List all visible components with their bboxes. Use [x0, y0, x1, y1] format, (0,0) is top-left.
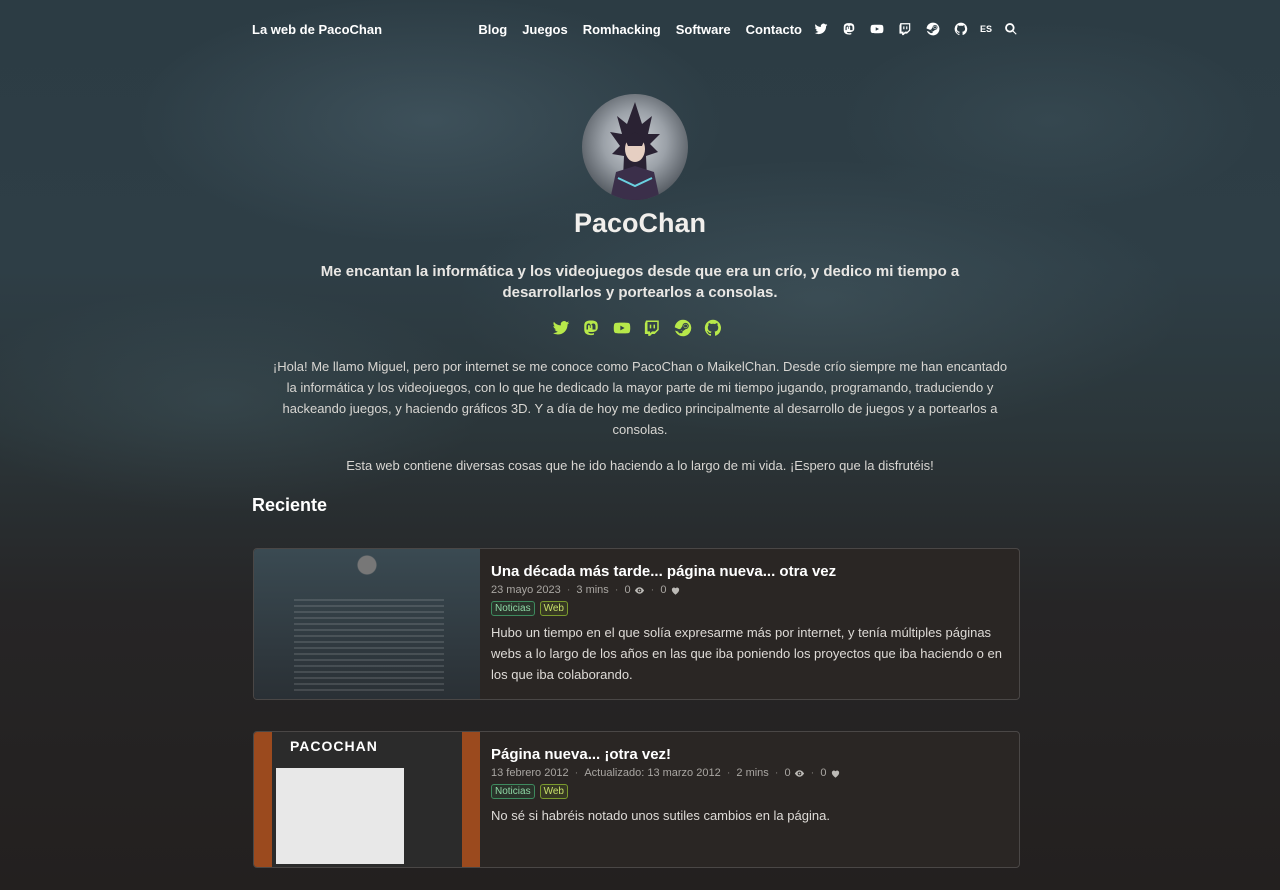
meta-separator: ·	[726, 767, 731, 779]
post-date: 13 febrero 2012	[491, 767, 569, 779]
social-links	[551, 318, 723, 338]
profile-tagline: Me encantan la informática y los videoju…	[320, 263, 960, 301]
post-views: 0	[784, 767, 804, 779]
profile-name: PacoChan	[573, 208, 707, 238]
twitch-icon[interactable]	[896, 20, 914, 38]
tag-web[interactable]: Web	[539, 601, 568, 616]
post-updated: Actualizado: 13 marzo 2012	[584, 767, 721, 779]
twitch-icon[interactable]	[642, 318, 662, 338]
steam-icon[interactable]	[924, 20, 942, 38]
post-card[interactable]: PACOCHAN Página nueva... ¡otra vez! 13 f…	[253, 731, 1020, 868]
meta-separator: ·	[774, 767, 779, 779]
thumbnail-preview	[294, 599, 444, 694]
nav-link-romhacking[interactable]: Romhacking	[583, 22, 661, 37]
meta-separator: ·	[566, 584, 571, 596]
post-card[interactable]: Una década más tarde... página nueva... …	[253, 548, 1020, 700]
site-brand[interactable]: La web de PacoChan	[252, 22, 382, 37]
post-excerpt: Hubo un tiempo en el que solía expresarm…	[491, 625, 1002, 682]
github-icon[interactable]	[952, 20, 970, 38]
thumbnail-preview	[276, 768, 404, 864]
language-selector[interactable]: ES	[980, 24, 992, 34]
eye-icon	[794, 769, 804, 777]
post-likes[interactable]: 0	[660, 584, 680, 596]
post-tags: Noticias Web	[491, 784, 1005, 799]
heart-icon	[831, 770, 839, 778]
post-tags: Noticias Web	[491, 601, 1005, 616]
nav-link-software[interactable]: Software	[676, 22, 731, 37]
intro-text: ¡Hola! Me llamo Miguel, pero por interne…	[270, 356, 1010, 491]
mastodon-icon[interactable]	[581, 318, 601, 338]
github-icon[interactable]	[703, 318, 723, 338]
eye-icon	[634, 586, 644, 594]
youtube-icon[interactable]	[868, 20, 886, 38]
tag-web[interactable]: Web	[539, 784, 568, 799]
steam-icon[interactable]	[673, 318, 693, 338]
intro-paragraph: ¡Hola! Me llamo Miguel, pero por interne…	[272, 359, 1008, 437]
avatar	[582, 94, 688, 200]
post-thumbnail[interactable]	[254, 549, 480, 699]
meta-separator: ·	[614, 584, 619, 596]
post-excerpt: No sé si habréis notado unos sutiles cam…	[491, 808, 830, 823]
nav-link-blog[interactable]: Blog	[478, 22, 507, 37]
tag-noticias[interactable]: Noticias	[491, 784, 535, 799]
heart-icon	[671, 587, 679, 595]
post-read-time: 3 mins	[576, 584, 609, 596]
meta-separator: ·	[650, 584, 655, 596]
meta-separator: ·	[574, 767, 579, 779]
tag-noticias[interactable]: Noticias	[491, 601, 535, 616]
post-meta: 13 febrero 2012 · Actualizado: 13 marzo …	[491, 767, 1005, 779]
top-nav: La web de PacoChan Blog Juegos Romhackin…	[252, 17, 1020, 41]
post-thumbnail[interactable]: PACOCHAN	[254, 732, 480, 867]
post-meta: 23 mayo 2023 · 3 mins · 0 · 0	[491, 584, 1005, 596]
post-date: 23 mayo 2023	[491, 584, 561, 596]
meta-separator: ·	[810, 767, 815, 779]
mastodon-icon[interactable]	[840, 20, 858, 38]
intro-paragraph: Esta web contiene diversas cosas que he …	[346, 458, 934, 473]
post-likes[interactable]: 0	[820, 767, 840, 779]
youtube-icon[interactable]	[612, 318, 632, 338]
post-read-time: 2 mins	[736, 767, 769, 779]
post-title[interactable]: Una década más tarde... página nueva... …	[491, 563, 1005, 580]
post-title[interactable]: Página nueva... ¡otra vez!	[491, 746, 1005, 763]
post-views: 0	[624, 584, 644, 596]
search-icon[interactable]	[1002, 20, 1020, 38]
twitter-icon[interactable]	[812, 20, 830, 38]
nav-link-contacto[interactable]: Contacto	[746, 22, 802, 37]
thumbnail-logo-text: PACOCHAN	[290, 738, 378, 754]
nav-menu: Blog Juegos Romhacking Software Contacto	[463, 20, 1020, 38]
nav-link-juegos[interactable]: Juegos	[522, 22, 568, 37]
recent-heading: Reciente	[252, 495, 328, 515]
twitter-icon[interactable]	[551, 318, 571, 338]
